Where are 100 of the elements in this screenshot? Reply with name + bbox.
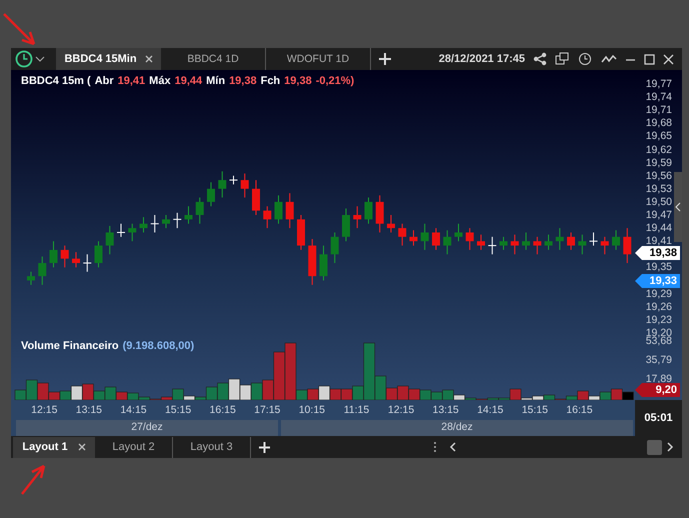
chart-legend: BBDC4 15m ( Abr 19,41 Máx 19,44 Mín 19,38 Fch 19,38 -0,21%) xyxy=(21,75,358,87)
candle xyxy=(510,234,519,255)
time-label: 13:15 xyxy=(432,404,460,416)
candle xyxy=(207,182,215,207)
volume-bar xyxy=(397,386,409,400)
windows-icon[interactable] xyxy=(555,52,570,66)
clock-icon[interactable] xyxy=(578,52,593,66)
bid-price-tag: 19,33 xyxy=(635,274,680,288)
price-label: 19,47 xyxy=(646,209,672,221)
candle xyxy=(533,236,542,255)
time-label: 15:15 xyxy=(164,404,192,416)
candle xyxy=(420,223,429,250)
time-label: 16:15 xyxy=(565,404,594,416)
scroll-thumb[interactable] xyxy=(647,440,662,454)
close-icon[interactable] xyxy=(144,55,153,63)
volume-bar xyxy=(250,382,263,400)
layout-tab[interactable]: Layout 1 xyxy=(13,436,95,458)
candle xyxy=(60,245,69,268)
candle xyxy=(94,240,102,268)
maximize-icon[interactable] xyxy=(644,54,655,64)
more-icon[interactable] xyxy=(433,441,437,453)
candle xyxy=(106,225,114,255)
time-label: 17:15 xyxy=(253,404,282,416)
time-label: 13:15 xyxy=(74,404,104,416)
price-label: 19,65 xyxy=(646,130,672,142)
clock-icon[interactable] xyxy=(15,50,33,68)
candle xyxy=(612,230,620,250)
candle xyxy=(218,170,226,198)
candle xyxy=(567,232,575,250)
volume-bar xyxy=(217,382,229,400)
price-label: 19,41 xyxy=(646,235,672,248)
candle xyxy=(50,240,58,268)
candle xyxy=(578,234,586,255)
layout-tab[interactable]: Layout 2 xyxy=(95,436,173,458)
time-label: 16:15 xyxy=(208,404,237,416)
candle xyxy=(240,173,249,198)
collapse-handle[interactable] xyxy=(674,172,682,242)
last-price-tag: 19,38 xyxy=(635,246,680,260)
volume-bar xyxy=(240,384,252,400)
price-label: 19,29 xyxy=(646,288,672,300)
time-label: 10:15 xyxy=(298,404,326,416)
add-layout-icon[interactable] xyxy=(259,442,270,452)
candle xyxy=(274,194,282,224)
candle xyxy=(196,197,204,224)
add-tab-icon[interactable] xyxy=(379,53,391,65)
candle xyxy=(38,256,46,286)
price-label: 19,44 xyxy=(646,222,672,234)
share-icon[interactable] xyxy=(533,52,547,66)
price-label: 19,77 xyxy=(646,78,672,90)
candle xyxy=(116,223,126,238)
time-label: 12:15 xyxy=(30,404,58,416)
candle xyxy=(589,232,598,246)
candle xyxy=(477,234,485,250)
volume-label: 17,89 xyxy=(646,373,672,385)
candle xyxy=(556,228,564,250)
price-label: 19,26 xyxy=(646,300,672,313)
price-label: 19,35 xyxy=(646,261,672,274)
candle xyxy=(297,214,305,250)
close-icon[interactable] xyxy=(663,54,674,64)
scroll-right-icon[interactable] xyxy=(666,442,674,452)
caret-icon[interactable] xyxy=(35,55,45,63)
layout-tab[interactable]: Layout 3 xyxy=(173,436,251,458)
candle xyxy=(128,223,136,242)
time-label: 11:15 xyxy=(342,404,370,416)
candle xyxy=(82,254,92,272)
candle xyxy=(600,236,609,255)
volume-bar xyxy=(318,386,330,400)
candle xyxy=(364,197,372,224)
volume-legend: Volume Financeiro (9.198.608,00) xyxy=(21,340,194,352)
volume-tag: 9,20 xyxy=(635,383,680,397)
close-icon[interactable] xyxy=(78,443,86,451)
time-label: 14:15 xyxy=(476,404,504,416)
candle xyxy=(342,208,350,242)
candle xyxy=(443,230,452,255)
candle xyxy=(488,236,497,255)
candle xyxy=(330,232,339,264)
trend-line-icon[interactable] xyxy=(601,53,617,65)
date-label: 27/dez xyxy=(16,420,278,436)
arrow-icon xyxy=(2,12,38,48)
candle xyxy=(308,238,316,286)
candle xyxy=(172,212,182,229)
scroll-left-icon[interactable] xyxy=(449,442,457,452)
candle xyxy=(376,194,384,233)
candle xyxy=(500,236,508,250)
volume-bar xyxy=(228,378,240,400)
time-label: 14:15 xyxy=(119,404,148,416)
price-label: 19,59 xyxy=(646,156,672,169)
candle xyxy=(544,234,552,250)
candle xyxy=(263,206,272,229)
chart-tab[interactable]: BBDC4 15Min xyxy=(56,48,161,70)
date-label: 28/dez xyxy=(281,420,633,436)
candle xyxy=(229,175,238,185)
candle xyxy=(353,206,362,229)
candle xyxy=(320,245,328,281)
candle xyxy=(252,180,260,216)
candle xyxy=(72,252,80,268)
candle xyxy=(162,214,170,229)
price-label: 19,68 xyxy=(646,117,672,130)
candle xyxy=(387,214,395,233)
candle xyxy=(140,216,148,233)
